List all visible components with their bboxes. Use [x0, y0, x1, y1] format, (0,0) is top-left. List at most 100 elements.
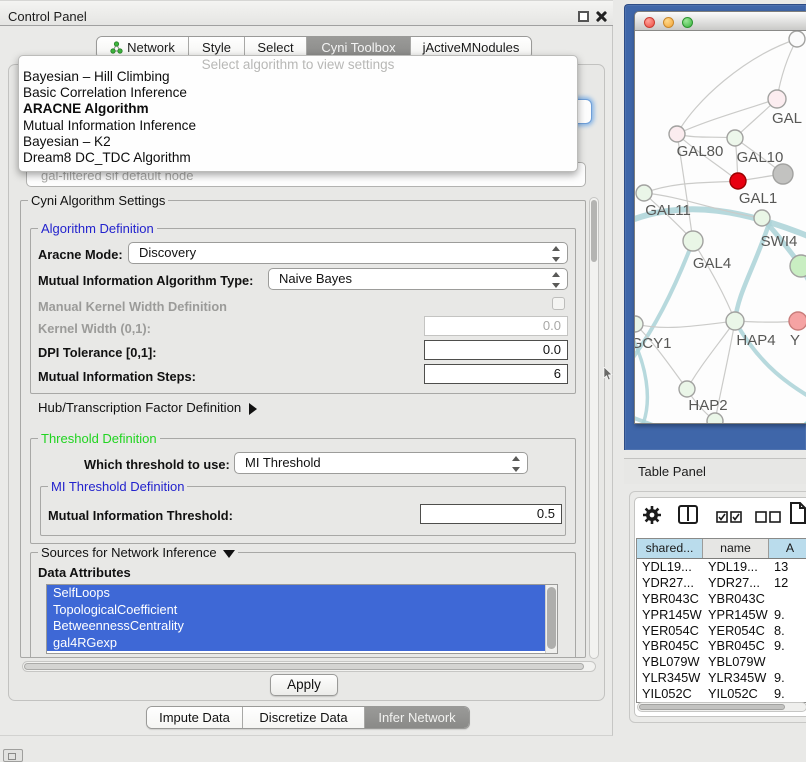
minimize-traffic-light[interactable]	[663, 17, 674, 28]
tab-discretize-data[interactable]: Discretize Data	[243, 707, 365, 728]
table-row[interactable]: YDL19...YDL19...13	[637, 559, 806, 575]
table-cell: YBR045C	[703, 638, 769, 654]
table-row[interactable]: YBR045CYBR045C9.	[637, 638, 806, 654]
node-label: HAP4	[736, 332, 775, 349]
aracne-mode-combobox[interactable]: Discovery	[128, 242, 568, 264]
zoom-traffic-light[interactable]	[682, 17, 693, 28]
sources-legend[interactable]: Sources for Network Inference	[38, 545, 238, 560]
table-cell: YER054C	[703, 623, 769, 639]
table-panel-title: Table Panel	[638, 464, 706, 479]
table-cell: YBL079W	[703, 654, 769, 670]
table-cell: YLR345W	[703, 670, 769, 686]
column-header[interactable]: name	[703, 539, 769, 558]
network-window-titlebar[interactable]	[635, 12, 806, 31]
algorithm-option[interactable]: ARACNE Algorithm	[19, 101, 577, 117]
table-row[interactable]: YIL052CYIL052C9.	[637, 686, 806, 702]
network-node-hap2[interactable]	[679, 381, 695, 397]
network-node-gal4[interactable]	[683, 231, 703, 251]
table-row[interactable]: YDR27...YDR27...12	[637, 575, 806, 591]
network-node-gal10[interactable]	[727, 130, 743, 146]
table-cell: 8.	[769, 623, 806, 639]
network-node-gal80[interactable]	[669, 126, 685, 142]
apply-button[interactable]: Apply	[270, 674, 338, 696]
network-canvas[interactable]: GALGAL80GAL10GAL1GAL11SWI4GAL4GCY1HAP4YH…	[635, 31, 806, 424]
data-attributes-list[interactable]: SelfLoopsTopologicalCoefficientBetweenne…	[46, 584, 558, 654]
network-node-hap4[interactable]	[726, 312, 744, 330]
table-cell	[769, 654, 806, 670]
data-attributes-label: Data Attributes	[38, 564, 131, 581]
unchecked-boxes-icon[interactable]	[755, 511, 781, 523]
kernel-width-field[interactable]: 0.0	[424, 316, 568, 336]
algorithm-option[interactable]: Mutual Information Inference	[19, 118, 577, 134]
tab-infer-network[interactable]: Infer Network	[365, 707, 469, 728]
hub-definition-toggle[interactable]: Hub/Transcription Factor Definition	[38, 399, 257, 416]
algorithm-option[interactable]: Bayesian – K2	[19, 134, 577, 150]
which-threshold-label: Which threshold to use:	[84, 456, 230, 473]
network-node[interactable]	[789, 31, 805, 47]
settings-legend: Cyni Algorithm Settings	[28, 193, 168, 208]
mi-threshold-field[interactable]: 0.5	[420, 504, 562, 524]
attribute-item[interactable]: SelfLoops	[47, 585, 545, 602]
threshold-definition-legend: Threshold Definition	[38, 431, 160, 446]
checked-boxes-icon[interactable]	[716, 511, 742, 523]
mi-threshold-label: Mutual Information Threshold:	[48, 507, 233, 524]
column-header[interactable]: A	[769, 539, 806, 558]
table-row[interactable]: YLR345WYLR345W9.	[637, 670, 806, 686]
settings-horizontal-scrollbar[interactable]	[22, 661, 596, 672]
network-node[interactable]	[773, 164, 793, 184]
algorithm-option[interactable]: Dream8 DC_TDC Algorithm	[19, 150, 577, 166]
mi-threshold-legend: MI Threshold Definition	[48, 479, 187, 494]
manual-kernel-checkbox[interactable]	[552, 297, 565, 310]
mi-steps-field[interactable]: 6	[424, 364, 568, 384]
network-node[interactable]	[790, 255, 806, 277]
network-node-swi4[interactable]	[754, 210, 770, 226]
network-node[interactable]	[707, 413, 723, 424]
table-cell: 9.	[769, 686, 806, 702]
attributes-scrollbar[interactable]	[545, 585, 557, 653]
column-header[interactable]: shared...	[637, 539, 703, 558]
manual-kernel-label: Manual Kernel Width Definition	[38, 298, 227, 315]
table-cell: 12	[769, 575, 806, 591]
table-horizontal-scrollbar[interactable]	[637, 702, 806, 712]
network-node-gal11[interactable]	[636, 185, 652, 201]
algorithm-option[interactable]: Basic Correlation Inference	[19, 85, 577, 101]
columns-icon[interactable]	[678, 505, 698, 524]
docked-panel-button[interactable]	[3, 749, 23, 762]
mi-steps-label: Mutual Information Steps:	[38, 368, 196, 385]
aracne-mode-label: Aracne Mode:	[38, 246, 123, 263]
attribute-item[interactable]: TopologicalCoefficient	[47, 602, 545, 619]
file-icon[interactable]	[789, 502, 806, 524]
table-row[interactable]: YBR043CYBR043C	[637, 591, 806, 607]
network-node-gcy1[interactable]	[635, 316, 643, 332]
table-row[interactable]: YER054CYER054C8.	[637, 623, 806, 639]
network-icon	[110, 41, 123, 54]
table-row[interactable]: YPR145WYPR145W9.	[637, 607, 806, 623]
which-threshold-combobox[interactable]: MI Threshold	[234, 452, 528, 474]
table-cell: YDR27...	[703, 575, 769, 591]
mi-type-combobox[interactable]: Naive Bayes	[268, 268, 568, 290]
network-node-gal[interactable]	[768, 90, 786, 108]
table-body: YDL19...YDL19...13YDR27...YDR27...12YBR0…	[637, 559, 806, 702]
network-node-gal1[interactable]	[730, 173, 746, 189]
float-icon[interactable]	[578, 11, 589, 22]
close-traffic-light[interactable]	[644, 17, 655, 28]
tab-impute-data[interactable]: Impute Data	[147, 707, 243, 728]
close-icon[interactable]	[594, 9, 608, 23]
algorithm-definition-legend: Algorithm Definition	[38, 221, 157, 236]
node-label: Y	[790, 332, 800, 349]
node-label: GAL4	[693, 255, 731, 272]
attribute-item[interactable]: gal4RGexp	[47, 635, 545, 652]
table-cell: YDL19...	[637, 559, 703, 575]
node-label: GCY1	[635, 335, 671, 352]
attribute-item[interactable]: BetweennessCentrality	[47, 618, 545, 635]
network-node-y[interactable]	[789, 312, 806, 330]
control-panel-titlebar	[0, 0, 613, 26]
node-label: GAL1	[739, 190, 777, 207]
network-view-window[interactable]: GALGAL80GAL10GAL1GAL11SWI4GAL4GCY1HAP4YH…	[634, 11, 806, 424]
gear-icon[interactable]	[642, 505, 662, 525]
node-label: GAL	[772, 110, 802, 127]
dpi-tolerance-field[interactable]: 0.0	[424, 340, 568, 360]
table-row[interactable]: YBL079WYBL079W	[637, 654, 806, 670]
control-panel-title: Control Panel	[8, 9, 87, 24]
settings-vertical-scrollbar[interactable]	[589, 197, 599, 659]
